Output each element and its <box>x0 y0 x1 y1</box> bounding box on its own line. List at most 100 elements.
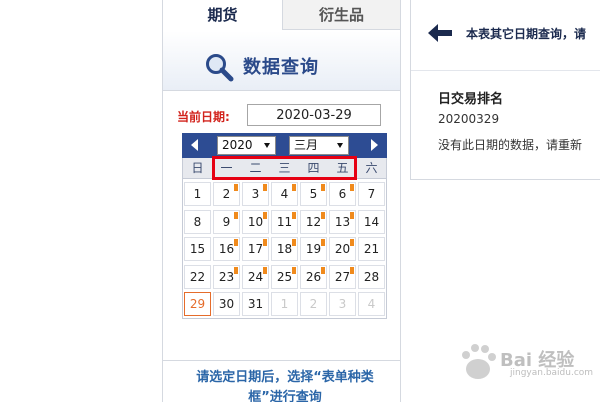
weekday-header: 六五四三二一日 <box>182 156 387 180</box>
day-number: 17 <box>247 242 264 256</box>
tab-futures[interactable]: 期货 <box>163 0 282 30</box>
data-available-marker <box>263 266 267 274</box>
data-available-marker <box>234 184 238 191</box>
weekday-label: 一 <box>220 161 233 175</box>
day-number: 28 <box>363 269 380 284</box>
calendar-day[interactable]: 15 <box>184 237 211 261</box>
query-title: 数据查询 <box>243 57 319 78</box>
calendar-day[interactable]: 13 <box>329 209 356 234</box>
divider <box>411 70 600 71</box>
data-available-marker <box>321 184 325 191</box>
day-number: 24 <box>247 269 264 284</box>
calendar-day[interactable]: 3 <box>242 182 269 206</box>
calendar-day[interactable]: 25 <box>271 264 298 289</box>
calendar-day[interactable]: 22 <box>184 264 211 289</box>
day-number: 31 <box>247 297 264 311</box>
day-number: 7 <box>367 187 376 201</box>
weekday-label: 六 <box>365 161 378 175</box>
calendar-day[interactable]: 9 <box>213 209 240 234</box>
calendar-day[interactable]: 5 <box>300 182 327 206</box>
calendar-day[interactable]: 28 <box>358 264 385 289</box>
back-arrow-icon[interactable] <box>428 24 452 42</box>
query-header: 数据查询 <box>163 31 400 91</box>
current-date-input[interactable] <box>247 104 381 126</box>
weekday-label: 二 <box>249 161 262 175</box>
calendar-day[interactable]: 21 <box>358 237 385 261</box>
day-number: 22 <box>189 269 206 284</box>
day-number: 2 <box>309 297 318 311</box>
ranking-date: 20200329 <box>438 112 500 126</box>
day-number: 20 <box>334 242 351 256</box>
day-number: 16 <box>218 242 235 256</box>
calendar-day[interactable]: 17 <box>242 237 269 261</box>
calendar-day[interactable]: 12 <box>300 209 327 234</box>
calendar-day[interactable]: 1 <box>184 182 211 206</box>
calendar-day[interactable]: 2 <box>213 182 240 206</box>
day-number: 11 <box>276 214 293 229</box>
data-available-marker <box>350 239 354 246</box>
weekday-label: 三 <box>278 161 291 175</box>
day-number: 6 <box>338 187 347 201</box>
calendar-day[interactable]: 18 <box>271 237 298 261</box>
calendar-day[interactable]: 20 <box>329 237 356 261</box>
year-select[interactable]: 2020 <box>217 136 276 155</box>
magnifier-icon <box>206 54 234 82</box>
weekday-label: 五 <box>336 161 349 175</box>
data-available-marker <box>350 211 354 219</box>
month-select[interactable]: 三月 <box>289 136 349 155</box>
day-number: 8 <box>193 214 202 229</box>
chevron-down-icon <box>264 143 270 148</box>
no-data-message: 没有此日期的数据，请重新 <box>438 138 583 152</box>
left-panel: 期货 衍生品 数据查询 当前日期: 2020 三月 六五四三二一日 123456… <box>162 0 401 402</box>
day-number: 18 <box>276 242 293 256</box>
data-available-marker <box>292 239 296 246</box>
data-available-marker <box>263 184 267 191</box>
calendar-day[interactable]: 24 <box>242 264 269 289</box>
calendar-day[interactable]: 30 <box>213 292 240 316</box>
day-number: 4 <box>367 297 376 311</box>
calendar-day[interactable]: 16 <box>213 237 240 261</box>
day-number: 2 <box>222 187 231 201</box>
calendar-day[interactable]: 14 <box>358 209 385 234</box>
data-available-marker <box>263 239 267 246</box>
calendar-day[interactable]: 26 <box>300 264 327 289</box>
day-number: 12 <box>305 214 322 229</box>
prev-month-arrow-icon[interactable] <box>191 139 198 151</box>
data-available-marker <box>350 266 354 274</box>
calendar-day[interactable]: 10 <box>242 209 269 234</box>
data-available-marker <box>234 239 238 246</box>
data-available-marker <box>263 211 267 219</box>
next-month-arrow-icon[interactable] <box>371 139 378 151</box>
calendar-day[interactable]: 3 <box>329 292 356 316</box>
data-available-marker <box>321 266 325 274</box>
day-number: 3 <box>338 297 347 311</box>
tab-bar: 期货 衍生品 <box>163 0 400 30</box>
day-number: 15 <box>189 242 206 256</box>
day-number: 5 <box>309 187 318 201</box>
tab-derivatives[interactable]: 衍生品 <box>282 0 400 30</box>
calendar-day[interactable]: 2 <box>300 292 327 316</box>
day-number: 13 <box>334 214 351 229</box>
calendar-day[interactable]: 23 <box>213 264 240 289</box>
calendar-day[interactable]: 8 <box>184 209 211 234</box>
day-grid: 1 2 3 4 5 6 7 8 9 10 11 12 13 14 15 16 17 18 19 20 21 22 23 24 2… <box>182 179 387 319</box>
calendar-day[interactable]: 1 <box>271 292 298 316</box>
other-date-query-link[interactable]: 本表其它日期查询，请 <box>466 25 586 42</box>
calendar-day[interactable]: 19 <box>300 237 327 261</box>
data-available-marker <box>292 184 296 191</box>
day-number: 29 <box>189 297 206 311</box>
calendar-day[interactable]: 4 <box>271 182 298 206</box>
calendar-nav-bar: 2020 三月 <box>182 133 387 158</box>
calendar-day-selected[interactable]: 29 <box>184 292 211 316</box>
data-available-marker <box>292 211 296 219</box>
calendar-day[interactable]: 11 <box>271 209 298 234</box>
calendar-day[interactable]: 27 <box>329 264 356 289</box>
day-number: 26 <box>305 269 322 284</box>
day-number: 4 <box>280 187 289 201</box>
calendar-day[interactable]: 31 <box>242 292 269 316</box>
calendar-day[interactable]: 6 <box>329 182 356 206</box>
calendar-day[interactable]: 4 <box>358 292 385 316</box>
year-select-value: 2020 <box>222 138 253 152</box>
data-available-marker <box>321 239 325 246</box>
calendar-day[interactable]: 7 <box>358 182 385 206</box>
